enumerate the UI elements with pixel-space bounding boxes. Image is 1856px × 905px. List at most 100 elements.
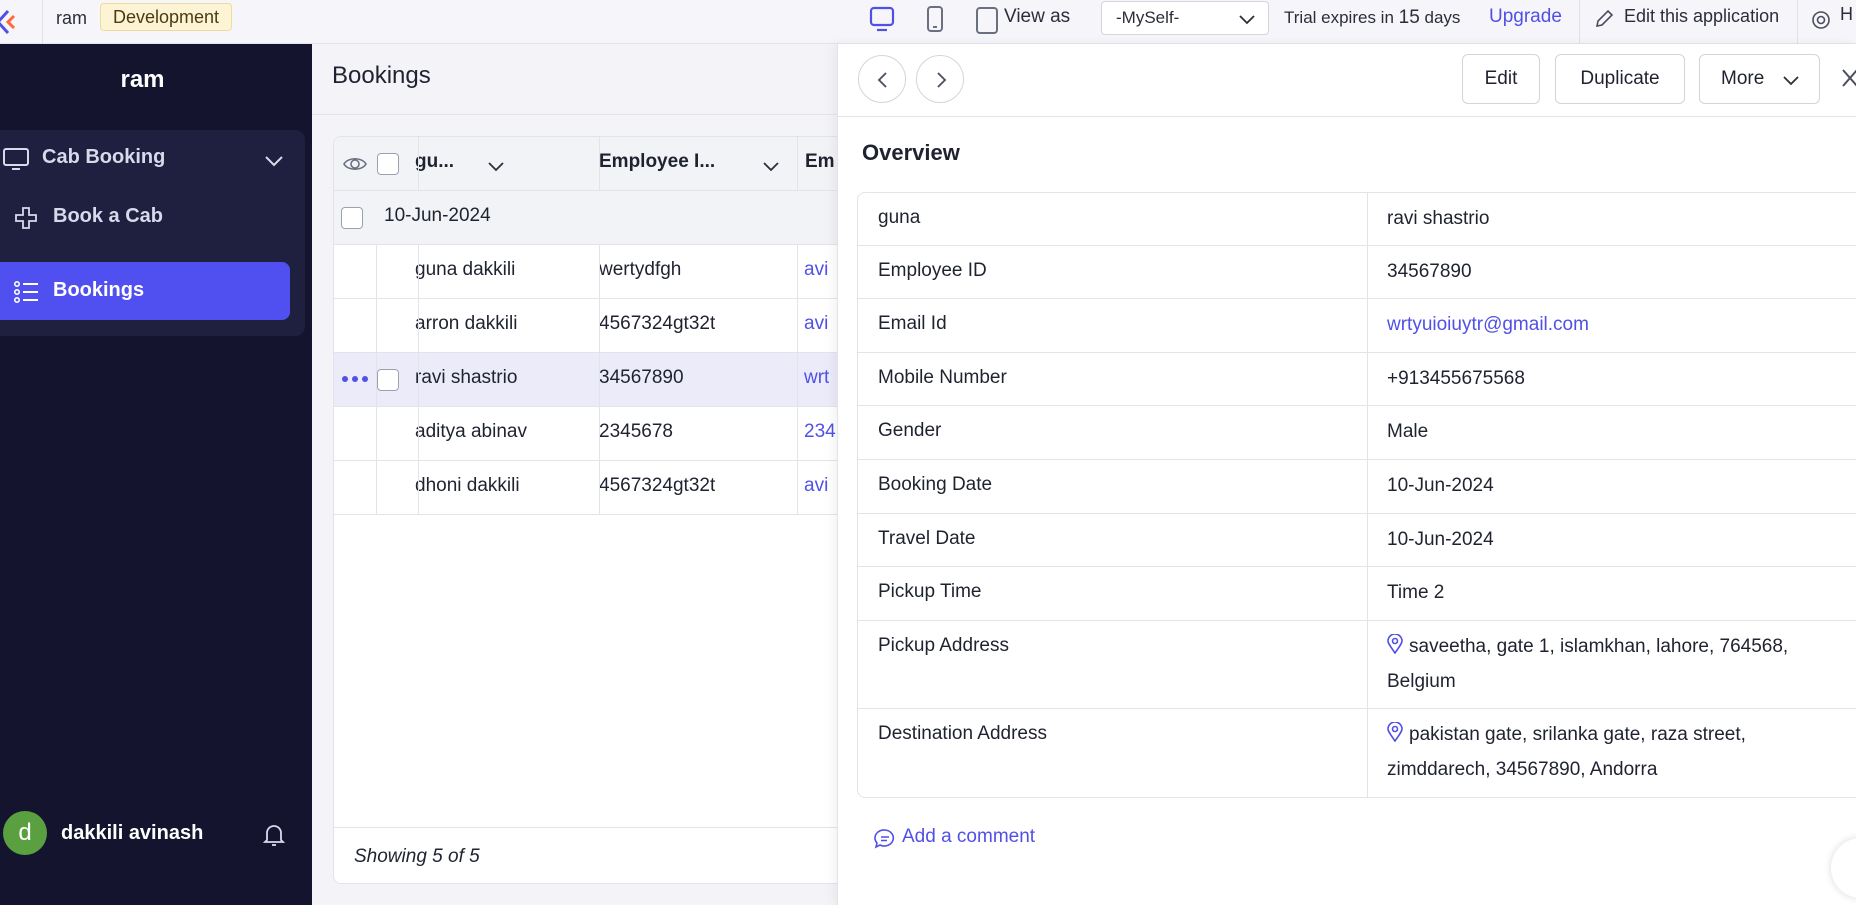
destination-address: pakistan gate, srilanka gate, raza stree…: [1387, 724, 1746, 780]
column-divider: [418, 245, 419, 515]
top-bar: ram Development View as -MySelf- Trial e…: [0, 0, 1856, 44]
field-divider: [1367, 246, 1368, 298]
cell-email[interactable]: wrt: [804, 367, 829, 389]
field-value: 10-Jun-2024: [1387, 529, 1494, 550]
field-value: saveetha, gate 1, islamkhan, lahore, 764…: [1387, 629, 1827, 699]
field-row: Booking Date 10-Jun-2024: [858, 460, 1856, 514]
field-label: Destination Address: [878, 723, 1047, 744]
comment-icon: [874, 829, 895, 849]
add-comment-label: Add a comment: [902, 826, 1036, 847]
chevron-down-icon: [265, 156, 283, 167]
cell-email[interactable]: avi: [804, 475, 828, 497]
view-as-select[interactable]: -MySelf-: [1101, 1, 1269, 35]
cell-employee-id: 4567324gt32t: [599, 313, 716, 334]
field-divider: [1367, 193, 1368, 245]
divider: [1797, 0, 1798, 44]
edit-application-link[interactable]: Edit this application: [1624, 6, 1779, 27]
record-detail-panel: Edit Duplicate More Overview guna ravi s…: [837, 44, 1856, 905]
chevron-down-icon[interactable]: [487, 160, 505, 172]
table-row[interactable]: dhoni dakkili 4567324gt32t avi: [334, 461, 852, 515]
sidebar-item-bookings[interactable]: Bookings: [0, 262, 290, 320]
detail-header: Edit Duplicate More: [838, 44, 1856, 117]
trial-suffix: days: [1424, 8, 1461, 27]
field-row: Pickup Address saveetha, gate 1, islamkh…: [858, 621, 1856, 709]
group-label: 10-Jun-2024: [384, 205, 491, 226]
location-pin-icon: [1387, 722, 1403, 742]
column-header-employee-id[interactable]: Employee I...: [599, 151, 715, 173]
column-header-name[interactable]: gu...: [415, 151, 454, 173]
more-label: More: [1721, 68, 1765, 89]
trial-status: Trial expires in 15 days: [1284, 7, 1460, 29]
chevron-left-icon: [877, 72, 887, 88]
column-divider: [418, 137, 419, 191]
sidebar-group-header[interactable]: Cab Booking: [0, 130, 305, 188]
field-row: Email Id wrtyuioiuytr@gmail.com: [858, 299, 1856, 353]
location-pin-icon: [1387, 634, 1403, 654]
tablet-view-icon[interactable]: [974, 4, 1000, 36]
field-label: Travel Date: [878, 528, 976, 549]
sidebar-group: Cab Booking Book a Cab Bookings: [0, 130, 305, 336]
field-label: Email Id: [878, 313, 947, 334]
bookings-list-view: Bookings gu... Employee I... Em 10-Jun-2…: [312, 44, 853, 905]
bell-icon[interactable]: [262, 822, 286, 848]
table-row[interactable]: aditya abinav 2345678 234: [334, 407, 852, 461]
detail-fields: guna ravi shastrio Employee ID 34567890 …: [857, 192, 1856, 798]
cell-email[interactable]: avi: [804, 313, 828, 335]
table-row-selected[interactable]: ravi shastrio 34567890 wrt: [334, 353, 852, 407]
eye-icon[interactable]: [342, 153, 368, 175]
close-icon[interactable]: [1840, 66, 1856, 90]
group-row[interactable]: 10-Jun-2024: [334, 191, 852, 245]
section-title: Overview: [862, 140, 960, 165]
help-label[interactable]: H: [1840, 4, 1853, 25]
environment-badge[interactable]: Development: [100, 3, 233, 31]
table-row[interactable]: guna dakkili wertydfgh avi: [334, 245, 852, 299]
field-row: guna ravi shastrio: [858, 193, 1856, 246]
field-label: Mobile Number: [878, 367, 1007, 388]
column-header-email[interactable]: Em: [805, 151, 835, 173]
chevron-right-icon: [937, 72, 947, 88]
record-count: Showing 5 of 5: [354, 846, 480, 867]
mobile-view-icon[interactable]: [924, 4, 946, 34]
field-divider: [1367, 567, 1368, 620]
desktop-view-icon[interactable]: [868, 4, 896, 34]
field-label: Employee ID: [878, 260, 987, 281]
field-label: Pickup Time: [878, 581, 982, 602]
column-divider: [797, 137, 798, 191]
table-row[interactable]: arron dakkili 4567324gt32t avi: [334, 299, 852, 353]
app-name[interactable]: ram: [56, 8, 87, 29]
group-checkbox[interactable]: [341, 207, 363, 229]
cell-email[interactable]: avi: [804, 259, 828, 281]
field-label: Pickup Address: [878, 635, 1009, 656]
chevron-down-icon: [1239, 15, 1255, 25]
app-logo-icon[interactable]: [0, 7, 24, 37]
column-divider: [599, 137, 600, 191]
previous-record-button[interactable]: [858, 55, 906, 103]
row-checkbox[interactable]: [377, 369, 399, 391]
field-label: guna: [878, 207, 921, 228]
field-value: ravi shastrio: [1387, 208, 1490, 229]
cell-employee-id: 34567890: [599, 367, 684, 388]
email-link[interactable]: wrtyuioiuytr@gmail.com: [1387, 307, 1827, 342]
field-divider: [1367, 514, 1368, 566]
select-all-checkbox[interactable]: [377, 153, 399, 175]
more-button[interactable]: More: [1699, 54, 1820, 104]
cell-employee-id: 2345678: [599, 421, 673, 442]
next-record-button[interactable]: [916, 55, 964, 103]
help-icon[interactable]: [1810, 8, 1832, 32]
chevron-down-icon[interactable]: [762, 160, 780, 172]
cell-employee-id: wertydfgh: [599, 259, 682, 280]
view-as-value: -MySelf-: [1116, 8, 1180, 27]
sidebar-group-label: Cab Booking: [42, 146, 166, 168]
user-profile[interactable]: d dakkili avinash: [0, 808, 312, 862]
table-footer: Showing 5 of 5: [334, 827, 852, 883]
more-options-icon[interactable]: [341, 375, 369, 383]
cell-email[interactable]: 234: [804, 421, 836, 443]
avatar[interactable]: d: [3, 811, 47, 855]
field-value: 10-Jun-2024: [1387, 475, 1494, 496]
field-value: pakistan gate, srilanka gate, raza stree…: [1387, 717, 1827, 787]
trial-prefix: Trial expires in: [1284, 8, 1394, 27]
sidebar-item-book-a-cab[interactable]: Book a Cab: [0, 188, 290, 246]
edit-button[interactable]: Edit: [1462, 54, 1540, 104]
upgrade-link[interactable]: Upgrade: [1489, 6, 1562, 28]
duplicate-button[interactable]: Duplicate: [1555, 54, 1685, 104]
